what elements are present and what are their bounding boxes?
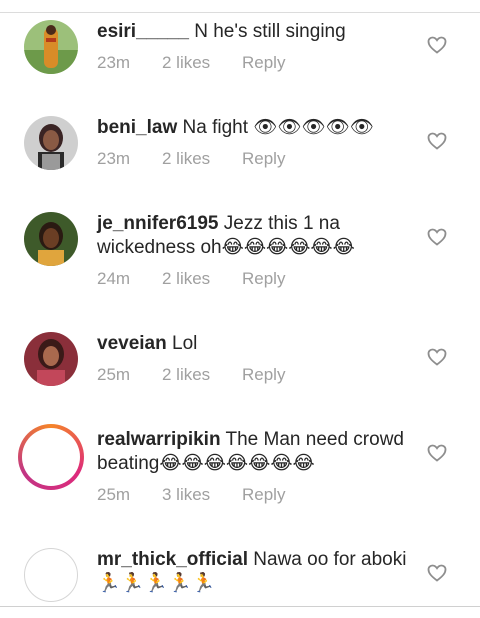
comment-text: je_nnifer6195 Jezz this 1 na wickedness … [97, 212, 407, 260]
comment-text: beni_law Na fight 👁👁👁👁👁 [97, 116, 407, 140]
comment-likes[interactable]: 2 likes [162, 269, 242, 289]
comment-likes[interactable]: 2 likes [162, 149, 242, 169]
reply-button[interactable]: Reply [242, 365, 285, 385]
comment-username[interactable]: realwarripikin [97, 429, 221, 450]
reply-button[interactable]: Reply [242, 53, 285, 73]
comment-likes[interactable]: 2 likes [162, 365, 242, 385]
bottom-divider [0, 606, 480, 607]
reply-button[interactable]: Reply [242, 485, 285, 505]
comment-body: Na fight 👁👁👁👁👁 [182, 117, 374, 138]
comment-username[interactable]: esiri_____ [97, 21, 189, 42]
like-heart-icon[interactable] [427, 564, 447, 582]
avatar[interactable] [24, 116, 78, 170]
like-heart-icon[interactable] [427, 444, 447, 462]
reply-button[interactable]: Reply [242, 269, 285, 289]
comment-time: 25m [97, 365, 131, 384]
avatar[interactable] [24, 548, 78, 602]
comment-meta: 23m 2 likes Reply [97, 149, 285, 169]
avatar-inner [22, 428, 80, 486]
comment-text: veveian Lol [97, 332, 407, 356]
avatar[interactable] [24, 212, 78, 266]
comment-time: 23m [97, 53, 131, 72]
comment-username[interactable]: mr_thick_official [97, 549, 248, 570]
avatar[interactable] [24, 332, 78, 386]
comment-text: mr_thick_official Nawa oo for aboki 🏃🏃🏃🏃… [97, 548, 407, 596]
comment-username[interactable]: je_nnifer6195 [97, 213, 218, 234]
comment-likes[interactable]: 2 likes [162, 53, 242, 73]
comment-meta: 23m 2 likes Reply [97, 53, 285, 73]
avatar[interactable] [18, 424, 84, 490]
comment-username[interactable]: beni_law [97, 117, 177, 138]
comment-username[interactable]: veveian [97, 333, 167, 354]
like-heart-icon[interactable] [427, 36, 447, 54]
avatar[interactable] [24, 20, 78, 74]
top-divider [0, 0, 480, 13]
like-heart-icon[interactable] [427, 228, 447, 246]
comment-time: 23m [97, 149, 131, 168]
comment-meta: 25m 2 likes Reply [97, 365, 285, 385]
comment-body: N he's still singing [194, 21, 346, 42]
comment-time: 24m [97, 269, 131, 288]
comment-text: realwarripikin The Man need crowd beatin… [97, 428, 407, 476]
like-heart-icon[interactable] [427, 132, 447, 150]
reply-button[interactable]: Reply [242, 149, 285, 169]
comment-body: Lol [172, 333, 198, 354]
comment-meta: 24m 2 likes Reply [97, 269, 285, 289]
comment-likes[interactable]: 3 likes [162, 485, 242, 505]
comment-time: 25m [97, 485, 131, 504]
comment-meta: 25m 3 likes Reply [97, 485, 285, 505]
like-heart-icon[interactable] [427, 348, 447, 366]
comment-text: esiri_____ N he's still singing [97, 20, 407, 44]
